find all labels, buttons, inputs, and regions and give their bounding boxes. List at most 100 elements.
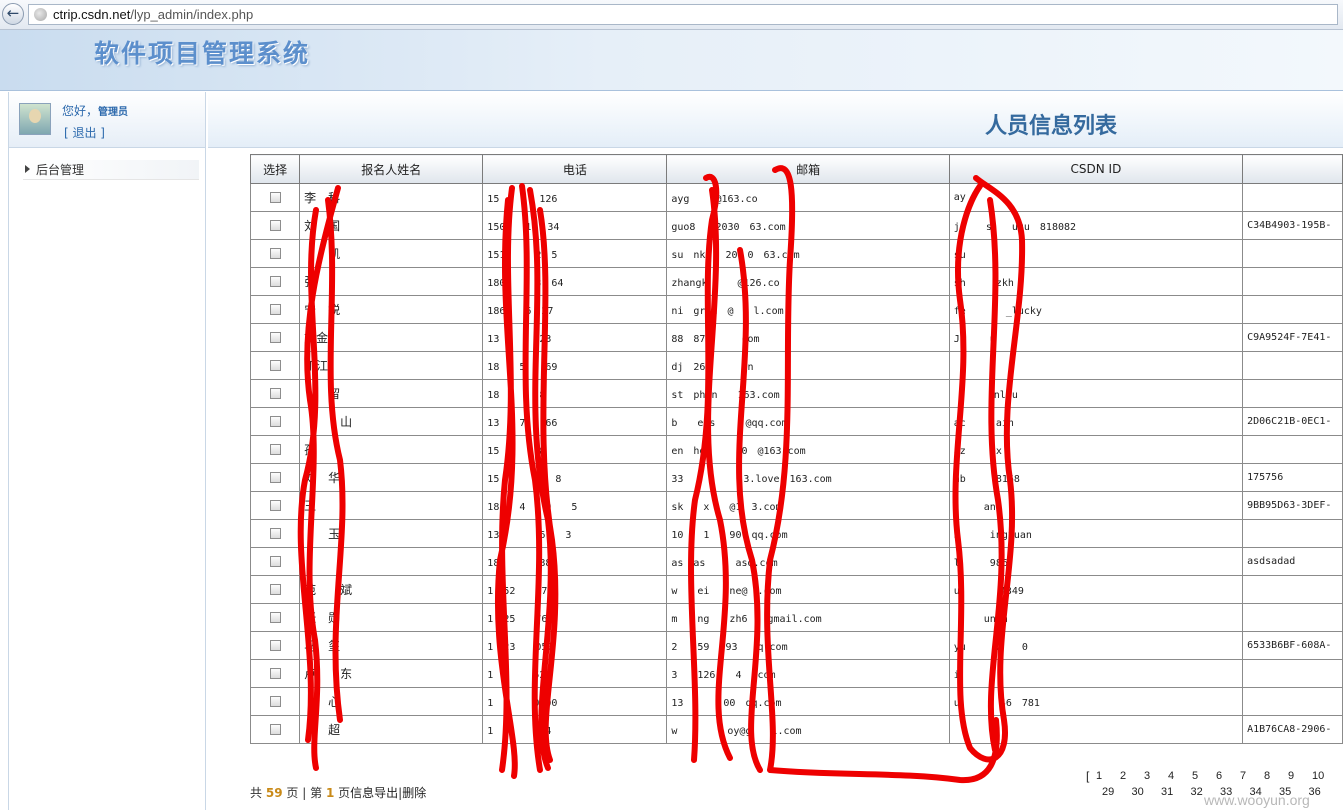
- row-checkbox[interactable]: [269, 695, 281, 707]
- row-checkbox[interactable]: [269, 667, 281, 679]
- row-checkbox[interactable]: [269, 387, 281, 399]
- page-link[interactable]: 6: [1216, 770, 1222, 782]
- phone-cell: 18 4 9 5: [482, 491, 668, 520]
- row-select-cell: [250, 491, 301, 520]
- row-checkbox[interactable]: [269, 555, 281, 567]
- row-checkbox[interactable]: [269, 303, 281, 315]
- email-cell: 2 59 593 q.com: [666, 631, 950, 660]
- page-link[interactable]: 30: [1132, 786, 1144, 798]
- row-select-cell: [250, 631, 301, 660]
- row-checkbox[interactable]: [269, 247, 281, 259]
- user-panel: 您好，管理员 [ 退出 ]: [9, 92, 205, 148]
- table-body: 李 科 15 126 ayg k@163.co ay 刘 国 150 19 34 guo8 …: [250, 183, 1343, 744]
- row-select-cell: [250, 379, 301, 408]
- email-cell: guo8 2030 63.com: [666, 211, 950, 240]
- row-checkbox[interactable]: [269, 639, 281, 651]
- table-row: 王 18 4 9 5 sk x @1 3.com an 9BB95D63-3DEF-: [250, 491, 1343, 520]
- page-link[interactable]: 3: [1144, 770, 1150, 782]
- table-row: 卢 东1 522 3 126 4 .com i: [250, 659, 1343, 688]
- page-link[interactable]: 8: [1264, 770, 1270, 782]
- table-row: 张 180 3 64 zhangk @126.co sh zkh: [250, 267, 1343, 296]
- page-link[interactable]: 2: [1120, 770, 1126, 782]
- page-link[interactable]: 1: [1096, 770, 1102, 782]
- name-cell: 范 斌: [299, 575, 484, 604]
- page-link[interactable]: 9: [1288, 770, 1294, 782]
- csdn-id-cell: l 986: [948, 547, 1244, 576]
- email-cell: st phen 163.com: [666, 379, 950, 408]
- header-phone: 电话: [482, 154, 668, 184]
- name-cell: 山: [299, 407, 484, 436]
- phone-cell: 13 23: [482, 323, 668, 352]
- csdn-id-cell: C: [948, 715, 1244, 744]
- row-checkbox[interactable]: [269, 471, 281, 483]
- phone-cell: 1 23 050: [482, 631, 668, 660]
- row-select-cell: [250, 239, 301, 268]
- extra-cell: 175756: [1242, 463, 1343, 492]
- header-name: 报名人姓名: [299, 154, 484, 184]
- name-cell: 张 勋: [299, 603, 484, 632]
- row-select-cell: [250, 295, 301, 324]
- row-checkbox[interactable]: [269, 191, 281, 203]
- phone-cell: 13 6 3: [482, 519, 668, 548]
- row-checkbox[interactable]: [269, 219, 281, 231]
- export-link[interactable]: 信息导出: [350, 786, 398, 800]
- back-arrow-icon[interactable]: ←: [2, 3, 24, 25]
- table-row: 超1 074 w oy@g l.com C A1B76CA8-2906-: [250, 715, 1343, 744]
- page-link[interactable]: 10: [1312, 770, 1324, 782]
- row-checkbox[interactable]: [269, 723, 281, 735]
- page-link[interactable]: 5: [1192, 770, 1198, 782]
- row-checkbox[interactable]: [269, 527, 281, 539]
- header-select: 选择: [250, 154, 301, 184]
- row-checkbox[interactable]: [269, 275, 281, 287]
- extra-cell: [1242, 351, 1343, 380]
- greeting-text: 您好，: [62, 104, 99, 118]
- name-cell: 凯: [299, 239, 484, 268]
- page-link[interactable]: 32: [1191, 786, 1203, 798]
- row-checkbox[interactable]: [269, 611, 281, 623]
- phone-cell: 15 7 8: [482, 463, 668, 492]
- page-link[interactable]: 31: [1161, 786, 1173, 798]
- row-select-cell: [250, 547, 301, 576]
- globe-icon: [34, 8, 47, 21]
- csdn-id-cell: unzh: [948, 603, 1244, 632]
- name-cell: 玉: [299, 519, 484, 548]
- email-cell: b ees @qq.com: [666, 407, 950, 436]
- table-row: 孙 15 8 en hou 0 @163.com az x: [250, 435, 1343, 464]
- email-cell: w ei ne@ .com: [666, 575, 950, 604]
- name-cell: 丁江: [299, 351, 484, 380]
- logout-link[interactable]: [ 退出 ]: [64, 124, 105, 141]
- browser-url-bar: ← ctrip.csdn.net/lyp_admin/index.php: [0, 0, 1343, 30]
- page-link[interactable]: 36: [1309, 786, 1321, 798]
- row-checkbox[interactable]: [269, 443, 281, 455]
- email-cell: 10 1 90 qq.com: [666, 519, 950, 548]
- csdn-id-cell: sh zkh: [948, 267, 1244, 296]
- extra-cell: [1242, 239, 1343, 268]
- email-cell: ni grin @ l.com: [666, 295, 950, 324]
- row-checkbox[interactable]: [269, 359, 281, 371]
- csdn-id-cell: ac ain: [948, 407, 1244, 436]
- page-link[interactable]: 29: [1102, 786, 1114, 798]
- row-checkbox[interactable]: [269, 415, 281, 427]
- table-row: 宁 锐 186 6 27 ni grin @ l.com fe _lucky: [250, 295, 1343, 324]
- email-cell: dj 266 cn: [666, 351, 950, 380]
- row-checkbox[interactable]: [269, 331, 281, 343]
- delete-link[interactable]: 删除: [402, 786, 426, 800]
- row-checkbox[interactable]: [269, 499, 281, 511]
- csdn-id-cell: h ingxuan: [948, 519, 1244, 548]
- name-cell: 张: [299, 267, 484, 296]
- address-field[interactable]: ctrip.csdn.net/lyp_admin/index.php: [28, 4, 1338, 25]
- sidebar-item-admin[interactable]: 后台管理: [23, 160, 199, 180]
- csdn-id-cell: yu 2 0: [948, 631, 1244, 660]
- page-link[interactable]: 4: [1168, 770, 1174, 782]
- phone-cell: 15 126: [482, 183, 668, 212]
- row-select-cell: [250, 351, 301, 380]
- page-link[interactable]: 7: [1240, 770, 1246, 782]
- row-select-cell: [250, 687, 301, 716]
- extra-cell: C34B4903-195B-: [1242, 211, 1343, 240]
- row-select-cell: [250, 211, 301, 240]
- triangle-right-icon: [25, 165, 30, 173]
- table-row: 范 斌1 52 770 w ei ne@ .com u 4349: [250, 575, 1343, 604]
- email-cell: zhangk @126.co: [666, 267, 950, 296]
- email-cell: 88 877 com: [666, 323, 950, 352]
- row-checkbox[interactable]: [269, 583, 281, 595]
